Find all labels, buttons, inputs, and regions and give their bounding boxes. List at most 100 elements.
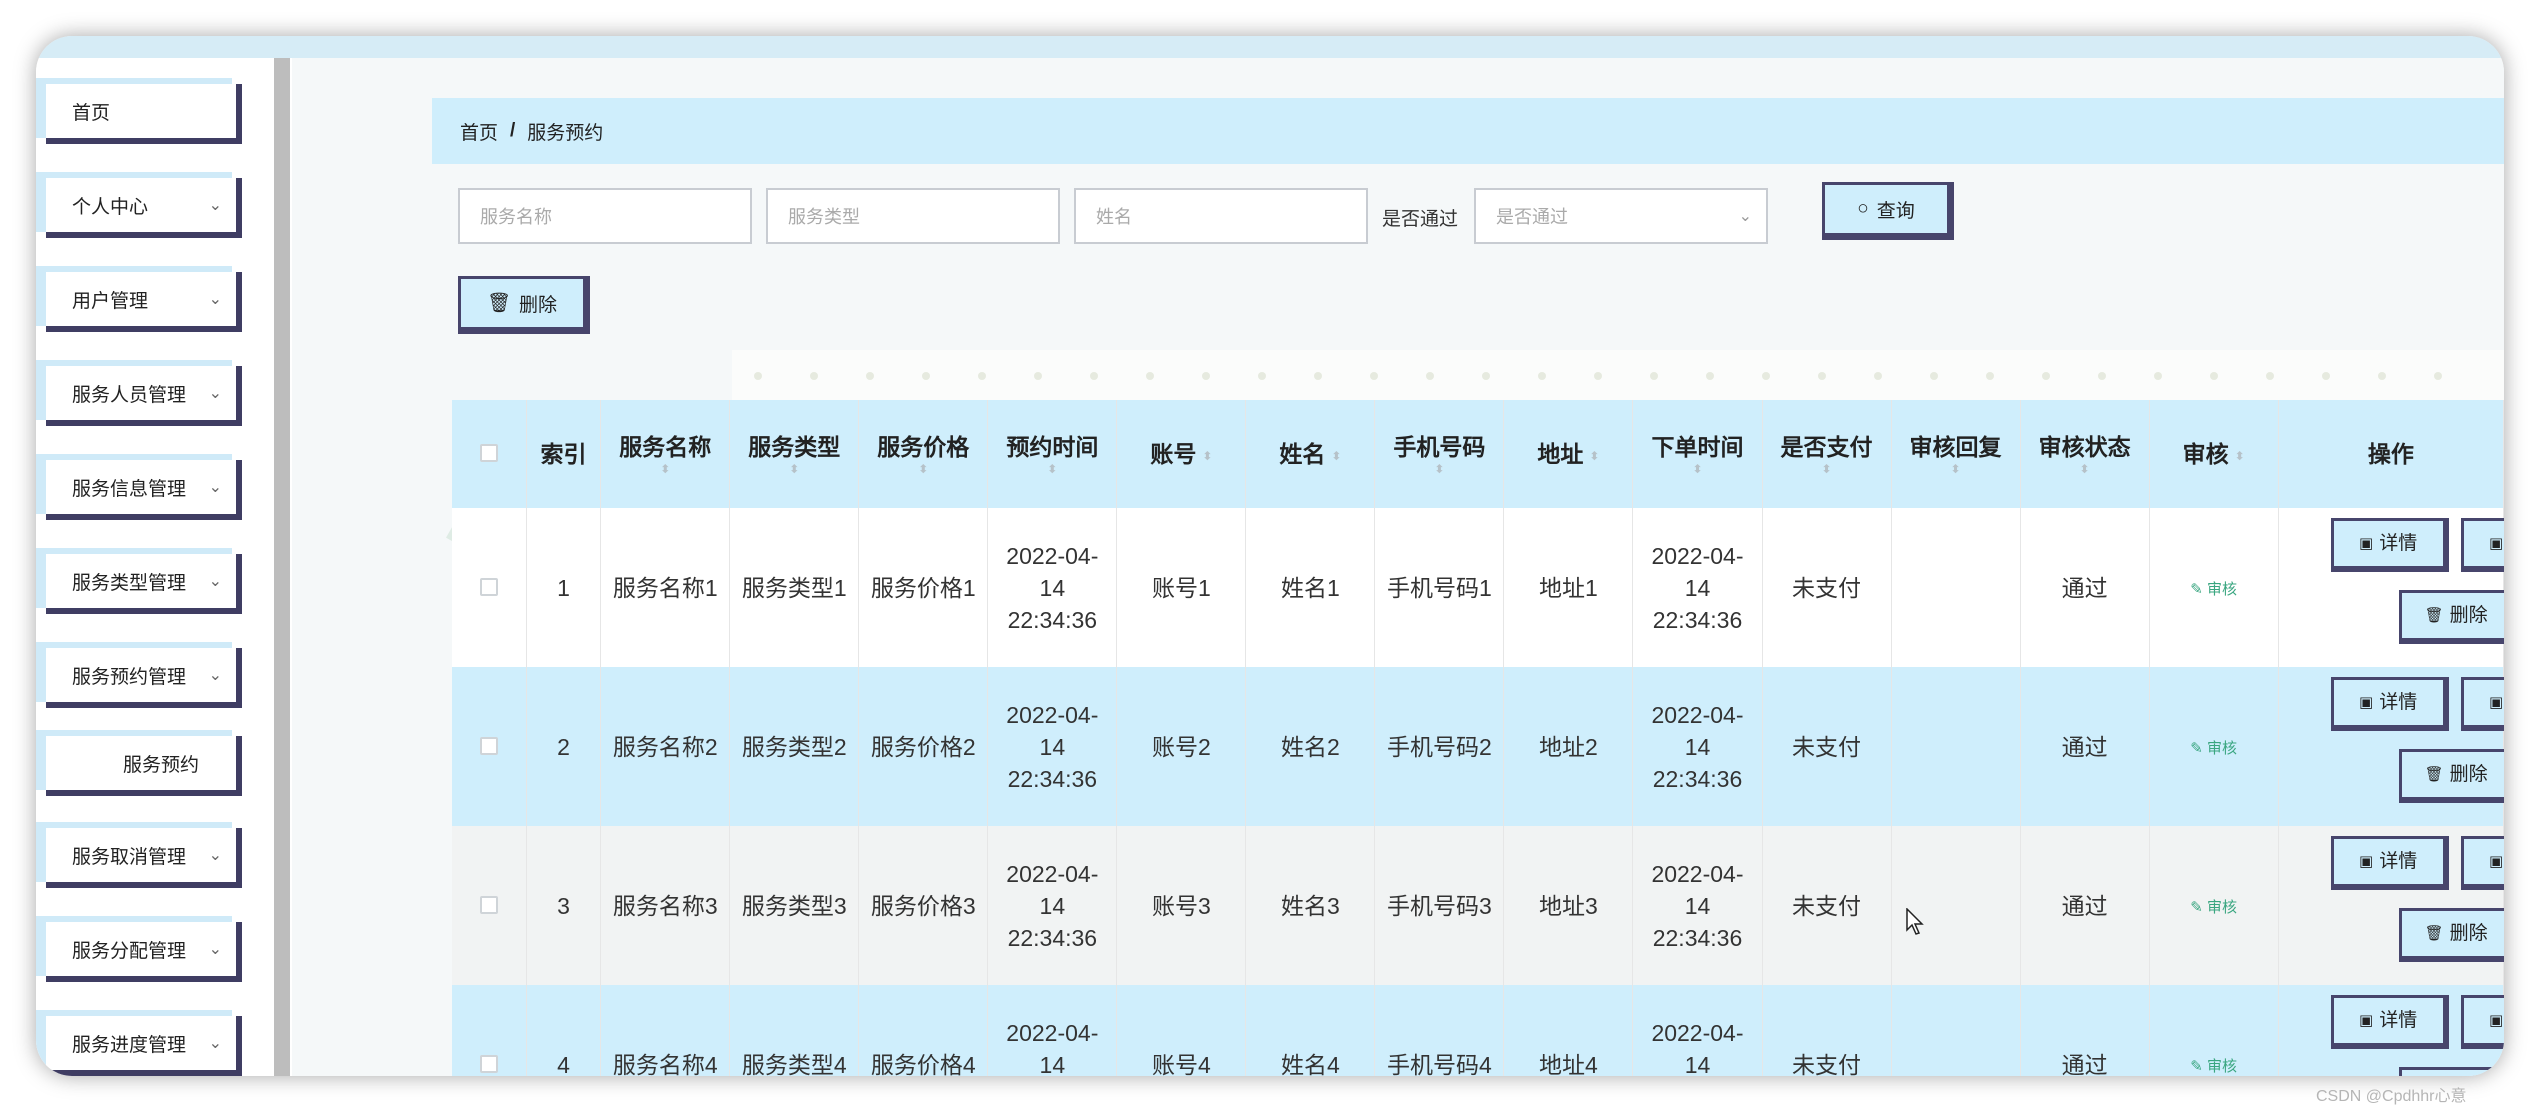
passed-select[interactable]: 是否通过 ⌄ (1474, 188, 1768, 244)
sidebar-divider[interactable] (274, 58, 290, 1076)
sort-icon[interactable]: ⬍ (1763, 462, 1891, 476)
row-checkbox[interactable] (479, 736, 498, 755)
header-service-type[interactable]: 服务类型 ⬍ (729, 400, 860, 508)
assign-button[interactable]: ▣分配 (2460, 677, 2504, 731)
header-audit[interactable]: 审核 ⬍ (2149, 400, 2279, 508)
header-select-all[interactable] (452, 400, 527, 508)
sidebar-item-label: 服务人员管理 (72, 384, 187, 406)
table-row: 3 服务名称3 服务类型3 服务价格3 2022-04-14 22:34:36 … (452, 826, 2504, 985)
cell-audit: ✎ 审核 (2149, 985, 2279, 1076)
sort-icon[interactable]: ⬍ (1375, 462, 1503, 476)
decorative-dot (1594, 372, 1602, 380)
sort-icon[interactable]: ⬍ (2021, 462, 2149, 476)
sidebar-item-user-management[interactable]: 用户管理 ⌄ (46, 272, 242, 332)
audit-link[interactable]: ✎ 审核 (2190, 1058, 2237, 1075)
cell-order-time: 2022-04-14 22:34:36 (1632, 667, 1763, 826)
sort-icon[interactable]: ⬍ (1331, 449, 1341, 463)
sidebar-item-staff-management[interactable]: 服务人员管理 ⌄ (46, 366, 242, 426)
row-checkbox[interactable] (479, 895, 498, 914)
header-name[interactable]: 姓名 ⬍ (1245, 400, 1376, 508)
header-account[interactable]: 账号 ⬍ (1116, 400, 1247, 508)
audit-link[interactable]: ✎ 审核 (2190, 581, 2237, 598)
cell-address: 地址2 (1503, 667, 1634, 826)
header-label: 姓名 (1279, 441, 1326, 467)
select-all-checkbox[interactable] (479, 444, 498, 462)
delete-button[interactable]: 🗑删除 (2398, 1067, 2504, 1076)
sidebar: 首页 个人中心 ⌄ 用户管理 ⌄ 服务人员管理 ⌄ 服务信息管理 ⌄ 服务类型管… (36, 58, 292, 1076)
header-order-time[interactable]: 下单时间 ⬍ (1632, 400, 1763, 508)
sidebar-item-assign-management[interactable]: 服务分配管理 ⌄ (46, 922, 242, 982)
query-button[interactable]: ○ 查询 (1822, 182, 1954, 240)
row-select-cell[interactable] (452, 667, 527, 826)
sort-icon[interactable]: ⬍ (730, 462, 858, 476)
header-phone[interactable]: 手机号码 ⬍ (1374, 400, 1505, 508)
detail-button[interactable]: ▣ 详情 (2330, 836, 2449, 890)
sidebar-subitem-booking[interactable]: 服务预约 (46, 736, 242, 796)
cell-service-name: 服务名称1 (600, 508, 731, 667)
assign-button[interactable]: ▣分配 (2460, 836, 2504, 890)
assign-button[interactable]: ▣分配 (2460, 518, 2504, 572)
sort-icon[interactable]: ⬍ (1202, 449, 1212, 463)
row-select-cell[interactable] (452, 508, 527, 667)
sidebar-item-home[interactable]: 首页 (46, 84, 242, 144)
name-input[interactable]: 姓名 (1074, 188, 1368, 244)
action-group: ▣ 详情 ▣分配 🗑 删除 (2285, 667, 2504, 826)
header-label: 服务价格 (877, 434, 970, 460)
row-select-cell[interactable] (452, 826, 527, 985)
cell-audit: ✎ 审核 (2149, 667, 2279, 826)
decorative-dot (2042, 372, 2050, 380)
cell-status: 通过 (2020, 508, 2150, 667)
detail-button[interactable]: ▣ 详情 (2330, 518, 2449, 572)
service-name-input[interactable]: 服务名称 (458, 188, 752, 244)
row-checkbox[interactable] (479, 577, 498, 596)
header-status[interactable]: 审核状态 ⬍ (2020, 400, 2150, 508)
sidebar-item-progress-management[interactable]: 服务进度管理 ⌄ (46, 1016, 242, 1076)
delete-button[interactable]: 🗑删除 (2398, 908, 2504, 962)
decorative-dot (1258, 372, 1266, 380)
service-type-input[interactable]: 服务类型 (766, 188, 1060, 244)
cell-service-type: 服务类型1 (729, 508, 860, 667)
delete-button[interactable]: 🗑删除 (2398, 749, 2504, 803)
chevron-down-icon: ⌄ (208, 385, 222, 402)
sidebar-item-service-info[interactable]: 服务信息管理 ⌄ (46, 460, 242, 520)
sort-icon[interactable]: ⬍ (601, 462, 729, 476)
delete-button[interactable]: 🗑删除 (2398, 590, 2504, 644)
cell-account: 账号2 (1116, 667, 1247, 826)
header-paid[interactable]: 是否支付 ⬍ (1762, 400, 1892, 508)
cell-account: 账号4 (1116, 985, 1247, 1076)
header-address[interactable]: 地址 ⬍ (1503, 400, 1634, 508)
assign-button[interactable]: ▣分配 (2460, 995, 2504, 1049)
decorative-dot (1202, 372, 1210, 380)
sort-icon[interactable]: ⬍ (1892, 462, 2020, 476)
audit-link[interactable]: ✎ 审核 (2190, 899, 2237, 916)
sort-icon[interactable]: ⬍ (1633, 462, 1761, 476)
chevron-down-icon: ⌄ (208, 479, 222, 496)
detail-button[interactable]: ▣ 详情 (2330, 995, 2449, 1049)
cell-account: 账号1 (1116, 508, 1247, 667)
table-row: 2 服务名称2 服务类型2 服务价格2 2022-04-14 22:34:36 … (452, 667, 2504, 826)
header-appt-time[interactable]: 预约时间 ⬍ (987, 400, 1118, 508)
sidebar-item-booking-management[interactable]: 服务预约管理 ⌄ (46, 648, 242, 708)
sort-icon[interactable]: ⬍ (859, 462, 987, 476)
sort-icon[interactable]: ⬍ (2235, 449, 2245, 463)
sort-icon[interactable]: ⬍ (1589, 449, 1599, 463)
row-checkbox[interactable] (479, 1054, 498, 1073)
header-price[interactable]: 服务价格 ⬍ (858, 400, 989, 508)
detail-button-label: 详情 (2379, 850, 2418, 872)
sidebar-item-cancel-management[interactable]: 服务取消管理 ⌄ (46, 828, 242, 888)
sidebar-item-personal-center[interactable]: 个人中心 ⌄ (46, 178, 242, 238)
sort-icon[interactable]: ⬍ (988, 462, 1116, 476)
decorative-dot (922, 372, 930, 380)
cell-name: 姓名2 (1245, 667, 1376, 826)
batch-delete-button[interactable]: 🗑 删除 (458, 276, 590, 334)
audit-link[interactable]: ✎ 审核 (2190, 740, 2237, 757)
row-select-cell[interactable] (452, 985, 527, 1076)
header-reply[interactable]: 审核回复 ⬍ (1891, 400, 2021, 508)
breadcrumb-home[interactable]: 首页 (460, 118, 498, 145)
sidebar-item-service-type[interactable]: 服务类型管理 ⌄ (46, 554, 242, 614)
cell-appt-time: 2022-04-14 22:34:36 (987, 826, 1118, 985)
sidebar-item-label: 个人中心 (72, 196, 149, 218)
header-service-name[interactable]: 服务名称 ⬍ (600, 400, 731, 508)
cell-status: 通过 (2020, 985, 2150, 1076)
detail-button[interactable]: ▣ 详情 (2330, 677, 2449, 731)
